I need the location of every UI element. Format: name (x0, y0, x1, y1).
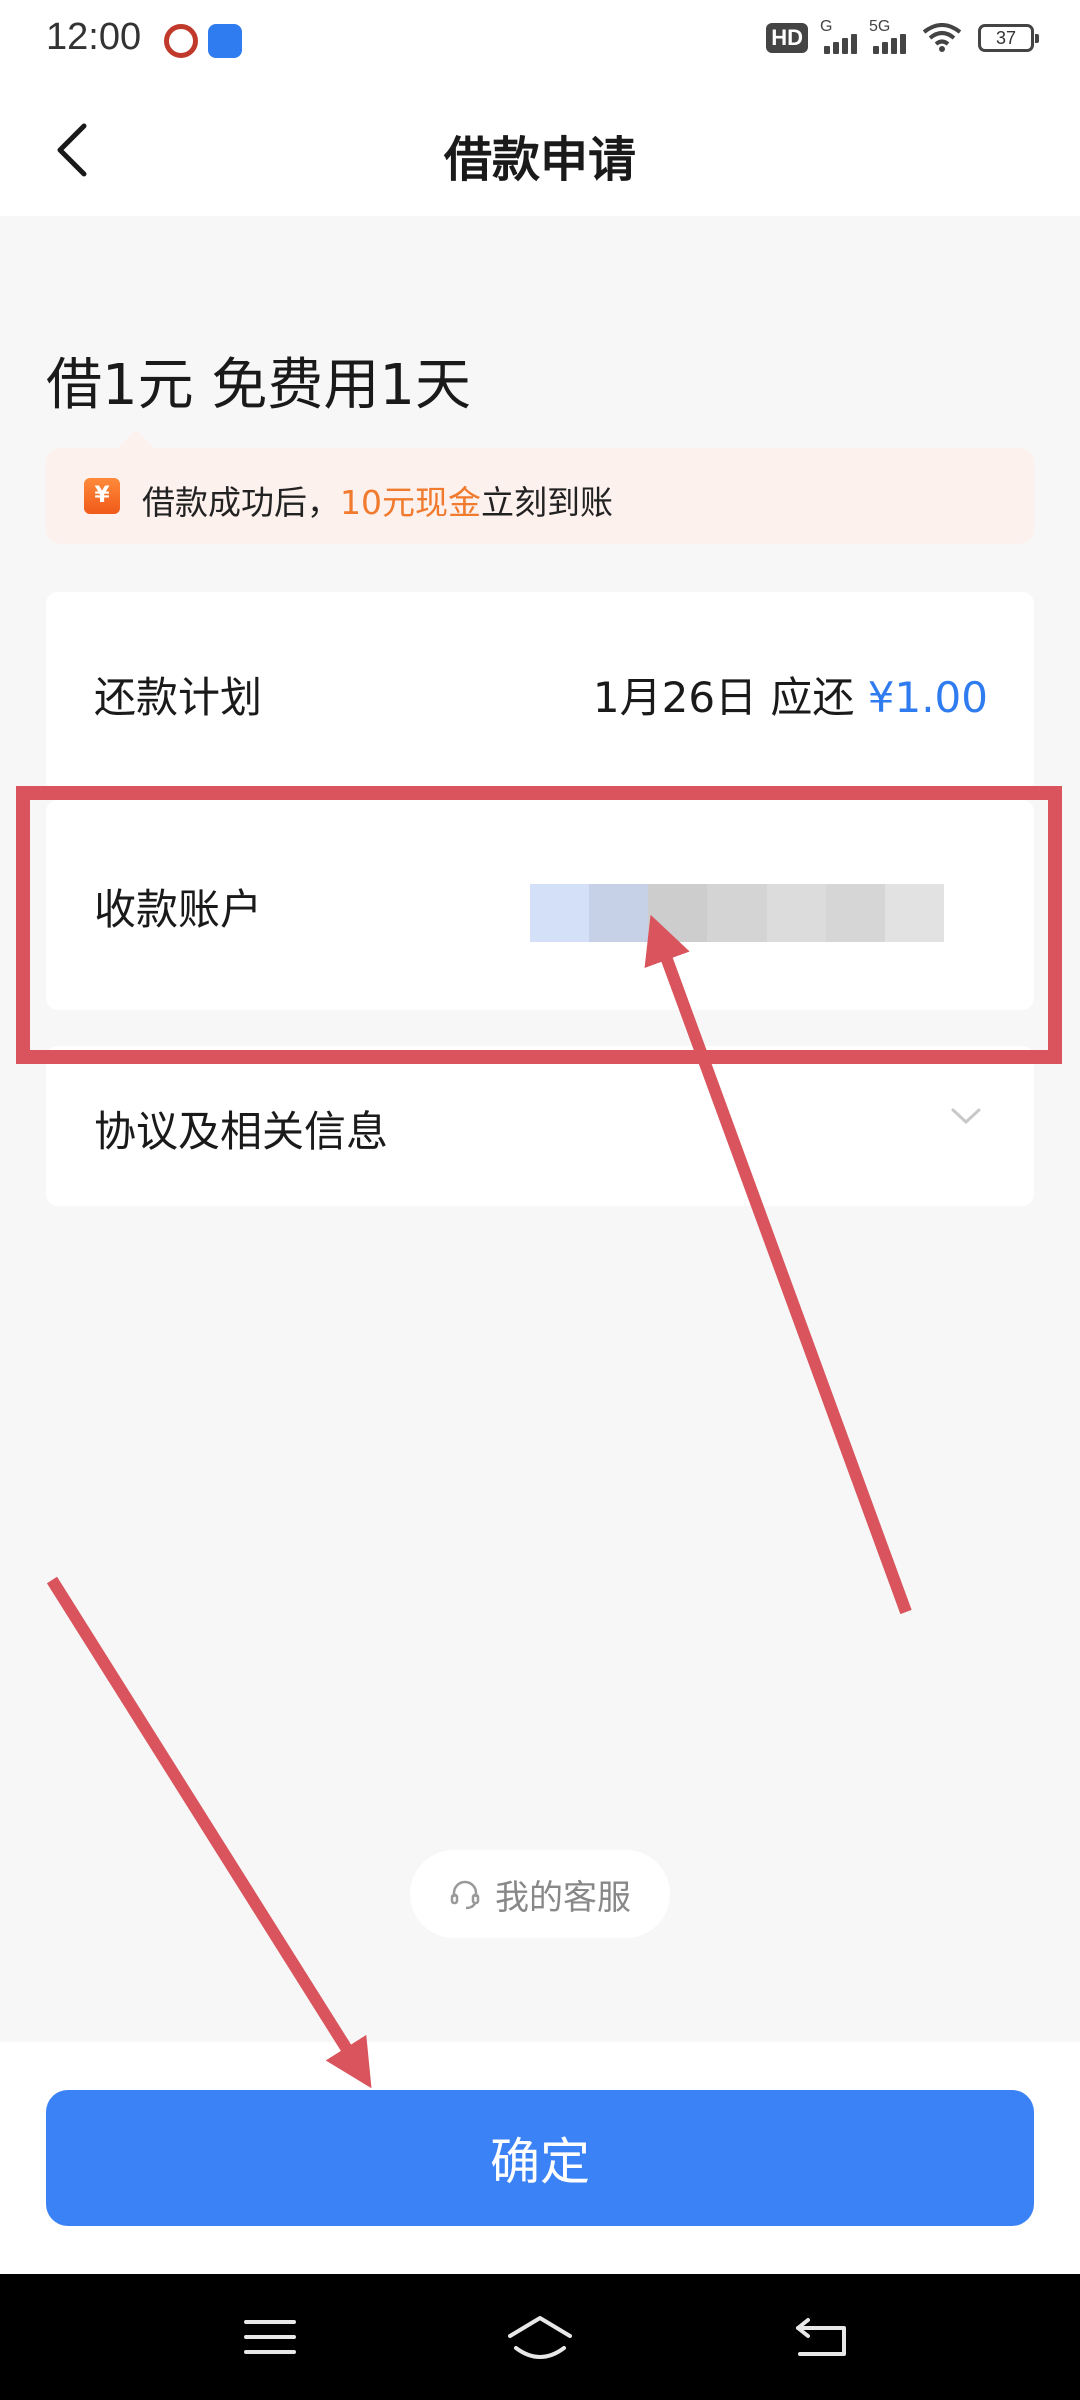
repay-amount: ¥1.00 (867, 673, 988, 722)
signal-5g-icon: 5G (869, 18, 906, 54)
app-notification-icon (164, 24, 198, 58)
headset-icon (450, 1880, 480, 1910)
system-nav-bar (0, 2274, 1080, 2400)
menu-icon[interactable] (240, 2312, 300, 2362)
chevron-down-icon (951, 1108, 981, 1125)
hd-voice-icon: HD (766, 23, 808, 53)
status-time: 12:00 (46, 16, 142, 58)
app-header: 借款申请 (0, 82, 1080, 216)
status-bar: 12:00 HD G 5G 37 (0, 0, 1080, 82)
promo-prefix: 借款成功后， (142, 483, 340, 522)
annotation-highlight-box (16, 786, 1062, 1064)
promo-text: 借款成功后，10元现金立刻到账 (142, 476, 613, 524)
home-icon[interactable] (504, 2312, 576, 2362)
agreement-label: 协议及相关信息 (94, 1107, 389, 1156)
repay-plan-row[interactable]: 还款计划 1月26日 应还 ¥1.00 (46, 592, 1034, 792)
status-icons: HD G 5G 37 (766, 18, 1039, 54)
repay-plan-value: 1月26日 应还 ¥1.00 (593, 664, 988, 725)
customer-service-label: 我的客服 (495, 1877, 631, 1918)
confirm-button[interactable]: 确定 (46, 2090, 1034, 2226)
battery-icon: 37 (978, 24, 1039, 52)
wifi-icon (922, 23, 962, 52)
bottom-action-area: 确定 (0, 2042, 1080, 2274)
promo-banner: ¥ 借款成功后，10元现金立刻到账 (46, 430, 1034, 544)
alarm-notification-icon (208, 24, 242, 58)
loan-heading: 借1元 免费用1天 (46, 353, 472, 418)
repay-plan-label: 还款计划 (94, 673, 263, 722)
page-title: 借款申请 (443, 132, 636, 188)
back-nav-icon[interactable] (792, 2312, 852, 2362)
signal-icon: G (820, 18, 857, 54)
annotation-arrow-to-confirm (46, 1576, 372, 2089)
signal-5g-tag: 5G (869, 18, 891, 35)
promo-suffix: 立刻到账 (481, 483, 613, 522)
red-envelope-icon: ¥ (84, 478, 120, 514)
customer-service-button[interactable]: 我的客服 (410, 1850, 670, 1938)
promo-highlight: 10元现金 (340, 483, 481, 522)
repay-date-text: 1月26日 应还 (592, 673, 868, 722)
agreement-row[interactable]: 协议及相关信息 (46, 1046, 1034, 1206)
signal-tag: G (820, 18, 833, 35)
